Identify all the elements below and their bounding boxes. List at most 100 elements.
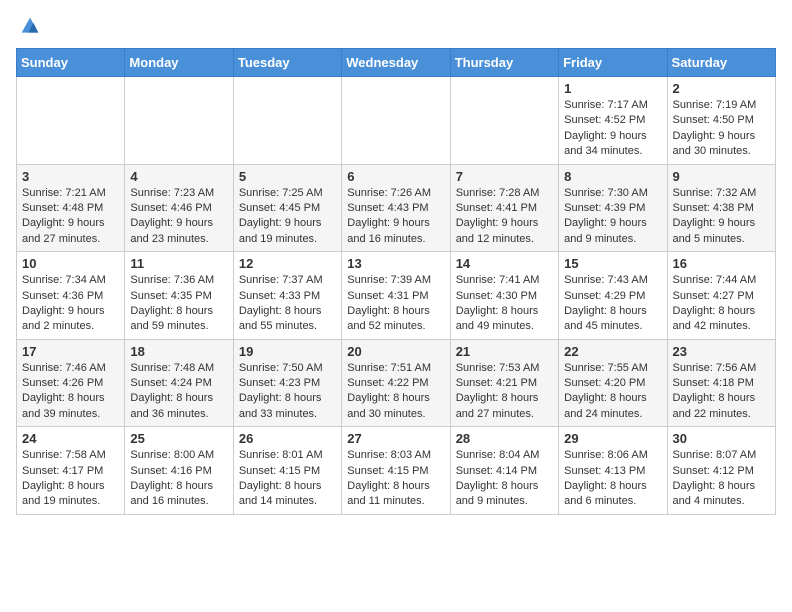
day-info: Sunrise: 7:58 AM Sunset: 4:17 PM Dayligh… bbox=[22, 448, 119, 510]
calendar-week-row: 17 Sunrise: 7:46 AM Sunset: 4:26 PM Dayli… bbox=[17, 339, 776, 427]
calendar-cell: 28 Sunrise: 8:04 AM Sunset: 4:14 PM Dayli… bbox=[450, 427, 558, 515]
calendar-cell bbox=[450, 77, 558, 165]
calendar-week-row: 10 Sunrise: 7:34 AM Sunset: 4:36 PM Dayli… bbox=[17, 252, 776, 340]
header-monday: Monday bbox=[125, 49, 233, 77]
day-number: 5 bbox=[239, 169, 336, 184]
day-number: 16 bbox=[673, 256, 770, 271]
day-number: 10 bbox=[22, 256, 119, 271]
calendar-week-row: 1Sunrise: 7:17 AM Sunset: 4:52 PM Daylig… bbox=[17, 77, 776, 165]
day-number: 13 bbox=[347, 256, 444, 271]
calendar-cell: 10 Sunrise: 7:34 AM Sunset: 4:36 PM Dayli… bbox=[17, 252, 125, 340]
calendar-cell: 4 Sunrise: 7:23 AM Sunset: 4:46 PM Daylig… bbox=[125, 164, 233, 252]
calendar-cell: 23 Sunrise: 7:56 AM Sunset: 4:18 PM Dayli… bbox=[667, 339, 775, 427]
logo bbox=[16, 16, 40, 36]
day-number: 12 bbox=[239, 256, 336, 271]
day-info: Sunrise: 7:37 AM Sunset: 4:33 PM Dayligh… bbox=[239, 273, 336, 335]
day-info: Sunrise: 7:48 AM Sunset: 4:24 PM Dayligh… bbox=[130, 361, 227, 423]
day-info: Sunrise: 8:01 AM Sunset: 4:15 PM Dayligh… bbox=[239, 448, 336, 510]
day-info: Sunrise: 7:30 AM Sunset: 4:39 PM Dayligh… bbox=[564, 186, 661, 248]
day-info: Sunrise: 8:04 AM Sunset: 4:14 PM Dayligh… bbox=[456, 448, 553, 510]
header-sunday: Sunday bbox=[17, 49, 125, 77]
day-number: 17 bbox=[22, 344, 119, 359]
day-number: 2 bbox=[673, 81, 770, 96]
day-info: Sunrise: 7:25 AM Sunset: 4:45 PM Dayligh… bbox=[239, 186, 336, 248]
day-info: Sunrise: 7:34 AM Sunset: 4:36 PM Dayligh… bbox=[22, 273, 119, 335]
calendar-cell: 26 Sunrise: 8:01 AM Sunset: 4:15 PM Dayli… bbox=[233, 427, 341, 515]
day-info: Sunrise: 7:56 AM Sunset: 4:18 PM Dayligh… bbox=[673, 361, 770, 423]
day-info: Sunrise: 7:26 AM Sunset: 4:43 PM Dayligh… bbox=[347, 186, 444, 248]
calendar-header-row: SundayMondayTuesdayWednesdayThursdayFrid… bbox=[17, 49, 776, 77]
calendar-cell: 25 Sunrise: 8:00 AM Sunset: 4:16 PM Dayli… bbox=[125, 427, 233, 515]
calendar-cell: 6 Sunrise: 7:26 AM Sunset: 4:43 PM Daylig… bbox=[342, 164, 450, 252]
day-number: 1 bbox=[564, 81, 661, 96]
day-number: 26 bbox=[239, 431, 336, 446]
day-number: 27 bbox=[347, 431, 444, 446]
calendar-cell: 12 Sunrise: 7:37 AM Sunset: 4:33 PM Dayli… bbox=[233, 252, 341, 340]
day-info: Sunrise: 7:44 AM Sunset: 4:27 PM Dayligh… bbox=[673, 273, 770, 335]
day-info: Sunrise: 7:39 AM Sunset: 4:31 PM Dayligh… bbox=[347, 273, 444, 335]
day-info: Sunrise: 7:43 AM Sunset: 4:29 PM Dayligh… bbox=[564, 273, 661, 335]
day-info: Sunrise: 7:46 AM Sunset: 4:26 PM Dayligh… bbox=[22, 361, 119, 423]
header-tuesday: Tuesday bbox=[233, 49, 341, 77]
calendar-cell bbox=[233, 77, 341, 165]
calendar-cell: 21 Sunrise: 7:53 AM Sunset: 4:21 PM Dayli… bbox=[450, 339, 558, 427]
day-number: 8 bbox=[564, 169, 661, 184]
day-number: 18 bbox=[130, 344, 227, 359]
page-header bbox=[16, 16, 776, 36]
day-number: 14 bbox=[456, 256, 553, 271]
header-friday: Friday bbox=[559, 49, 667, 77]
day-info: Sunrise: 8:00 AM Sunset: 4:16 PM Dayligh… bbox=[130, 448, 227, 510]
calendar-cell: 19 Sunrise: 7:50 AM Sunset: 4:23 PM Dayli… bbox=[233, 339, 341, 427]
day-info: Sunrise: 7:55 AM Sunset: 4:20 PM Dayligh… bbox=[564, 361, 661, 423]
calendar-week-row: 24 Sunrise: 7:58 AM Sunset: 4:17 PM Dayli… bbox=[17, 427, 776, 515]
header-wednesday: Wednesday bbox=[342, 49, 450, 77]
day-info: Sunrise: 8:03 AM Sunset: 4:15 PM Dayligh… bbox=[347, 448, 444, 510]
day-info: Sunrise: 8:07 AM Sunset: 4:12 PM Dayligh… bbox=[673, 448, 770, 510]
day-number: 30 bbox=[673, 431, 770, 446]
calendar-cell: 16 Sunrise: 7:44 AM Sunset: 4:27 PM Dayli… bbox=[667, 252, 775, 340]
calendar-cell: 5 Sunrise: 7:25 AM Sunset: 4:45 PM Daylig… bbox=[233, 164, 341, 252]
calendar-cell bbox=[342, 77, 450, 165]
logo-icon bbox=[20, 16, 40, 36]
day-number: 3 bbox=[22, 169, 119, 184]
calendar-cell: 24 Sunrise: 7:58 AM Sunset: 4:17 PM Dayli… bbox=[17, 427, 125, 515]
header-thursday: Thursday bbox=[450, 49, 558, 77]
calendar-cell: 17 Sunrise: 7:46 AM Sunset: 4:26 PM Dayli… bbox=[17, 339, 125, 427]
day-number: 7 bbox=[456, 169, 553, 184]
day-number: 21 bbox=[456, 344, 553, 359]
day-info: Sunrise: 7:53 AM Sunset: 4:21 PM Dayligh… bbox=[456, 361, 553, 423]
day-number: 19 bbox=[239, 344, 336, 359]
day-info: Sunrise: 7:41 AM Sunset: 4:30 PM Dayligh… bbox=[456, 273, 553, 335]
day-info: Sunrise: 7:23 AM Sunset: 4:46 PM Dayligh… bbox=[130, 186, 227, 248]
calendar-cell: 22Sunrise: 7:55 AM Sunset: 4:20 PM Dayli… bbox=[559, 339, 667, 427]
day-info: Sunrise: 7:51 AM Sunset: 4:22 PM Dayligh… bbox=[347, 361, 444, 423]
day-number: 6 bbox=[347, 169, 444, 184]
day-number: 28 bbox=[456, 431, 553, 446]
calendar-cell bbox=[17, 77, 125, 165]
calendar-cell: 27 Sunrise: 8:03 AM Sunset: 4:15 PM Dayli… bbox=[342, 427, 450, 515]
header-saturday: Saturday bbox=[667, 49, 775, 77]
calendar-cell: 14 Sunrise: 7:41 AM Sunset: 4:30 PM Dayli… bbox=[450, 252, 558, 340]
day-number: 11 bbox=[130, 256, 227, 271]
calendar-cell bbox=[125, 77, 233, 165]
day-number: 23 bbox=[673, 344, 770, 359]
calendar-cell: 30 Sunrise: 8:07 AM Sunset: 4:12 PM Dayli… bbox=[667, 427, 775, 515]
day-number: 24 bbox=[22, 431, 119, 446]
day-number: 29 bbox=[564, 431, 661, 446]
day-info: Sunrise: 7:32 AM Sunset: 4:38 PM Dayligh… bbox=[673, 186, 770, 248]
calendar-cell: 3Sunrise: 7:21 AM Sunset: 4:48 PM Daylig… bbox=[17, 164, 125, 252]
day-number: 4 bbox=[130, 169, 227, 184]
day-number: 9 bbox=[673, 169, 770, 184]
calendar-cell: 8 Sunrise: 7:30 AM Sunset: 4:39 PM Daylig… bbox=[559, 164, 667, 252]
calendar-cell: 11 Sunrise: 7:36 AM Sunset: 4:35 PM Dayli… bbox=[125, 252, 233, 340]
calendar-week-row: 3Sunrise: 7:21 AM Sunset: 4:48 PM Daylig… bbox=[17, 164, 776, 252]
day-info: Sunrise: 7:36 AM Sunset: 4:35 PM Dayligh… bbox=[130, 273, 227, 335]
day-number: 15 bbox=[564, 256, 661, 271]
calendar-cell: 1Sunrise: 7:17 AM Sunset: 4:52 PM Daylig… bbox=[559, 77, 667, 165]
day-number: 25 bbox=[130, 431, 227, 446]
calendar-cell: 29Sunrise: 8:06 AM Sunset: 4:13 PM Dayli… bbox=[559, 427, 667, 515]
calendar-cell: 2Sunrise: 7:19 AM Sunset: 4:50 PM Daylig… bbox=[667, 77, 775, 165]
day-info: Sunrise: 7:50 AM Sunset: 4:23 PM Dayligh… bbox=[239, 361, 336, 423]
calendar-cell: 13 Sunrise: 7:39 AM Sunset: 4:31 PM Dayli… bbox=[342, 252, 450, 340]
calendar-cell: 9 Sunrise: 7:32 AM Sunset: 4:38 PM Daylig… bbox=[667, 164, 775, 252]
